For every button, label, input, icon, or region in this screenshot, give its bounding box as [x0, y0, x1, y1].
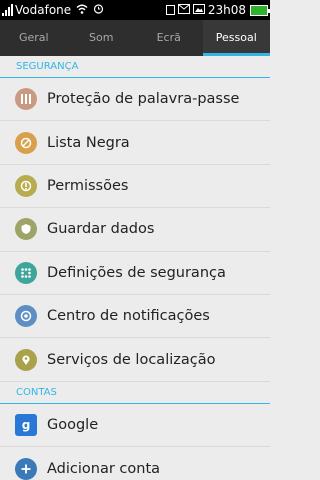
google-icon: g [15, 413, 37, 436]
blocked-call-icon [15, 131, 37, 154]
setting-label: Serviços de localização [47, 351, 216, 368]
wifi-icon [76, 3, 88, 17]
add-account-button[interactable]: Adicionar conta [0, 447, 270, 480]
image-icon [192, 3, 205, 17]
mail-icon [177, 3, 190, 17]
alarm-icon [93, 3, 104, 17]
location-pin-icon [15, 348, 37, 371]
setting-label: Definições de segurança [47, 264, 226, 281]
tab-som[interactable]: Som [68, 20, 136, 56]
account-label: Google [47, 416, 99, 433]
setting-label: Lista Negra [47, 134, 130, 151]
status-bar: Vodafone 23h08 [0, 0, 270, 20]
password-grid-icon [15, 88, 37, 111]
tab-ecra[interactable]: Ecrã [135, 20, 203, 56]
notification-ring-icon [15, 305, 37, 328]
setting-location-services[interactable]: Serviços de localização [0, 338, 270, 382]
tab-bar: Geral Som Ecrã Pessoal [0, 20, 270, 56]
data-shield-icon [15, 218, 37, 241]
account-google[interactable]: g Google [0, 404, 270, 448]
section-header-security: SEGURANÇA [0, 56, 270, 78]
setting-label: Proteção de palavra-passe [47, 91, 240, 108]
battery-charging-icon [250, 4, 270, 16]
carrier-name: Vodafone [15, 3, 72, 17]
tab-pessoal[interactable]: Pessoal [202, 20, 270, 56]
setting-label: Guardar dados [47, 221, 155, 238]
tab-geral[interactable]: Geral [0, 20, 68, 56]
security-dots-icon [15, 261, 37, 284]
add-account-icon [15, 457, 37, 480]
setting-save-data[interactable]: Guardar dados [0, 208, 270, 252]
setting-notification-center[interactable]: Centro de notificações [0, 295, 270, 339]
section-header-accounts: CONTAS [0, 382, 270, 404]
clock: 23h08 [207, 3, 246, 17]
setting-security-settings[interactable]: Definições de segurança [0, 252, 270, 295]
account-label: Adicionar conta [47, 460, 161, 477]
permission-shield-icon [15, 174, 37, 197]
setting-permissions[interactable]: Permissões [0, 165, 270, 209]
setting-blacklist[interactable]: Lista Negra [0, 121, 270, 165]
notification-icon [165, 5, 175, 15]
settings-list: SEGURANÇA Proteção de palavra-passe List… [0, 56, 270, 480]
signal-icon [2, 4, 13, 16]
setting-password-protection[interactable]: Proteção de palavra-passe [0, 78, 270, 122]
setting-label: Centro de notificações [47, 308, 210, 325]
setting-label: Permissões [47, 177, 129, 194]
